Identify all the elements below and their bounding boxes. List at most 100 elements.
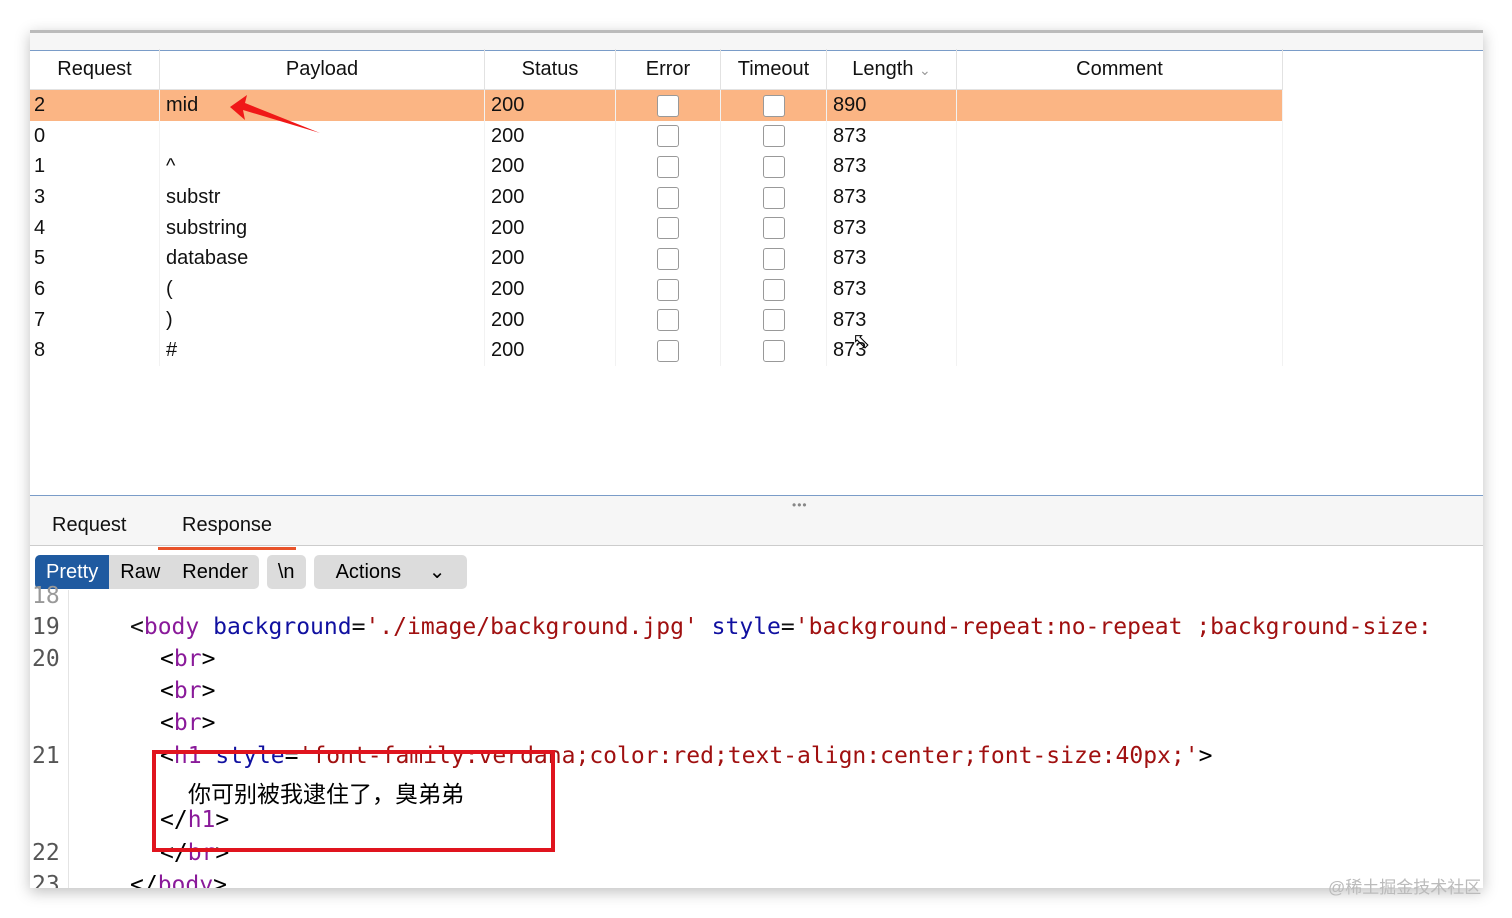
render-button[interactable]: Render [171, 555, 259, 589]
col-length-label: Length [852, 57, 914, 80]
payload-cell: ^ [159, 151, 485, 183]
watermark: @稀土掘金技术社区 [1328, 878, 1482, 897]
col-error[interactable]: Error [615, 49, 721, 90]
timeout-checkbox[interactable] [762, 248, 785, 270]
raw-button[interactable]: Raw [109, 555, 171, 589]
results-table: Request Payload Status Error Timeout Len… [30, 49, 1283, 367]
view-toolbar: Pretty Raw Render \n Actions ⌄ [35, 555, 468, 589]
timeout-checkbox[interactable] [762, 340, 785, 363]
line-number: 19 [32, 614, 60, 640]
red-arrow-annotation [230, 95, 320, 133]
table-row[interactable]: 8 # 200 873 [30, 335, 1283, 367]
length-cell: 890 [826, 89, 957, 121]
status-cell: 200 [484, 274, 616, 305]
table-row[interactable]: 5 database 200 873 [30, 243, 1283, 275]
comment-cell[interactable] [956, 151, 1283, 183]
timeout-checkbox[interactable] [762, 186, 785, 209]
code-line: <body background='./image/background.jpg… [130, 614, 1432, 640]
line-number: 22 [32, 840, 60, 866]
timeout-checkbox[interactable] [762, 278, 785, 301]
col-comment[interactable]: Comment [956, 49, 1283, 90]
length-cell: 873 [826, 182, 957, 213]
timeout-checkbox[interactable] [762, 125, 785, 148]
red-highlight-box [152, 750, 555, 852]
length-cell: 873 [826, 335, 957, 367]
intruder-results-window: Request Payload Status Error Timeout Len… [30, 30, 1483, 888]
error-checkbox[interactable] [657, 186, 679, 209]
line-number: 23 [32, 872, 60, 888]
tab-request[interactable]: Request [52, 514, 127, 537]
timeout-checkbox[interactable] [762, 94, 785, 117]
comment-cell[interactable] [956, 212, 1283, 244]
request-cell: 7 [30, 304, 160, 336]
col-timeout[interactable]: Timeout [720, 49, 827, 90]
actions-dropdown[interactable]: Actions ⌄ [313, 555, 468, 589]
timeout-checkbox[interactable] [762, 309, 785, 332]
line-number: 20 [32, 646, 60, 672]
error-checkbox[interactable] [657, 94, 679, 117]
timeout-checkbox[interactable] [762, 155, 785, 178]
comment-cell[interactable] [956, 335, 1283, 367]
code-line: </body> [130, 872, 227, 888]
request-cell: 1 [30, 151, 160, 183]
code-line: <br> [160, 678, 216, 704]
message-tabs: Request Response [30, 507, 1483, 550]
status-cell: 200 [484, 151, 616, 183]
comment-cell[interactable] [956, 304, 1283, 336]
error-checkbox[interactable] [657, 340, 679, 363]
table-row[interactable]: 2 mid 200 890 [30, 89, 1283, 121]
code-line: <br> [160, 646, 216, 672]
length-cell: 873 [826, 212, 957, 244]
table-row[interactable]: 0 200 873 [30, 120, 1283, 152]
col-length[interactable]: Length ⌄ [826, 49, 957, 90]
payload-cell: substring [159, 212, 485, 244]
col-payload[interactable]: Payload [159, 49, 485, 90]
status-cell: 200 [484, 120, 616, 152]
comment-cell[interactable] [956, 274, 1283, 305]
col-status[interactable]: Status [484, 49, 616, 90]
payload-cell: # [159, 335, 485, 367]
error-checkbox[interactable] [657, 155, 679, 178]
request-cell: 4 [30, 212, 160, 244]
request-cell: 6 [30, 274, 160, 305]
chevron-down-icon: ⌄ [428, 561, 446, 583]
timeout-checkbox[interactable] [762, 217, 785, 240]
error-checkbox[interactable] [657, 217, 679, 240]
error-checkbox[interactable] [657, 309, 679, 332]
actions-label: Actions [335, 561, 402, 583]
newline-toggle[interactable]: \n [267, 555, 306, 589]
table-row[interactable]: 7 ) 200 873 [30, 304, 1283, 336]
status-cell: 200 [484, 335, 616, 367]
status-cell: 200 [484, 212, 616, 244]
payload-cell: ) [159, 304, 485, 336]
table-row[interactable]: 1 ^ 200 873 [30, 151, 1283, 183]
request-cell: 8 [30, 335, 160, 367]
request-cell: 0 [30, 120, 160, 152]
length-cell: 873 [826, 243, 957, 275]
payload-cell: ( [159, 274, 485, 305]
table-row[interactable]: 6 ( 200 873 [30, 274, 1283, 305]
length-cell: 873 [826, 304, 957, 336]
table-row[interactable]: 3 substr 200 873 [30, 182, 1283, 213]
comment-cell[interactable] [956, 89, 1283, 121]
request-cell: 5 [30, 243, 160, 275]
length-cell: 873 [826, 151, 957, 183]
comment-cell[interactable] [956, 243, 1283, 275]
top-bar [30, 30, 1483, 51]
col-request[interactable]: Request [30, 49, 160, 90]
status-cell: 200 [484, 182, 616, 213]
length-cell: 873 [826, 274, 957, 305]
comment-cell[interactable] [956, 120, 1283, 152]
error-checkbox[interactable] [657, 125, 679, 148]
request-cell: 3 [30, 182, 160, 213]
payload-cell: database [159, 243, 485, 275]
payload-cell: substr [159, 182, 485, 213]
tab-response[interactable]: Response [158, 514, 297, 550]
sort-chevron-icon: ⌄ [919, 61, 931, 78]
table-row[interactable]: 4 substring 200 873 [30, 212, 1283, 244]
length-cell: 873 [826, 120, 957, 152]
error-checkbox[interactable] [657, 278, 679, 301]
error-checkbox[interactable] [657, 248, 679, 270]
comment-cell[interactable] [956, 182, 1283, 213]
status-cell: 200 [484, 243, 616, 275]
